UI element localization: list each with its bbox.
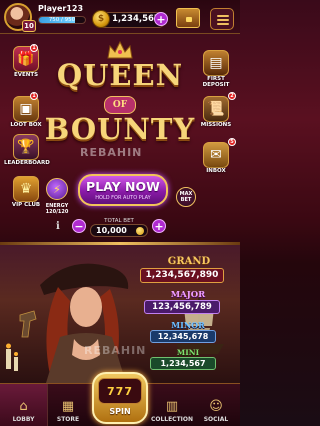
- coin-amount: 1,234,567: [112, 14, 160, 24]
- game-title-bounty: BOUNTY: [44, 112, 196, 146]
- nav-store-label: STORE: [56, 416, 80, 423]
- decrease-bet-button[interactable]: −: [72, 219, 86, 233]
- max-bet-line2: BET: [180, 197, 192, 203]
- auto-play-hint: HOLD FOR AUTO PLAY: [95, 195, 151, 201]
- missions-badge: 2: [228, 92, 236, 100]
- home-icon: ⌂: [19, 399, 28, 414]
- menu-button[interactable]: [210, 8, 234, 30]
- inbox-button[interactable]: ✉ INBOX: [194, 142, 238, 174]
- grand-jackpot-label: GRAND: [167, 256, 211, 267]
- crown-icon: [107, 40, 133, 59]
- major-jackpot-value: 123,456,789: [144, 300, 220, 314]
- energy-value: 120/120: [45, 209, 69, 215]
- nav-store[interactable]: ▦ STORE: [44, 384, 92, 426]
- social-icon: ☺: [209, 399, 223, 414]
- inbox-badge: 5: [228, 138, 236, 146]
- max-bet-button[interactable]: MAX BET: [176, 187, 196, 207]
- player-name: Player123: [38, 4, 84, 13]
- total-bet-value: 10,000: [96, 226, 127, 235]
- inbox-label: INBOX: [206, 168, 226, 174]
- first-deposit-button[interactable]: ▤ FIRST DEPOSIT: [194, 50, 238, 88]
- watermark: REBAHIN: [80, 146, 143, 159]
- major-jackpot-label: MAJOR: [170, 290, 206, 300]
- xp-text: 750 / 950: [48, 17, 76, 23]
- level-badge: 10: [22, 20, 36, 32]
- game-title-queen: QUEEN: [56, 58, 184, 92]
- mini-jackpot-label: MINI: [176, 348, 200, 357]
- leaderboard-label: LEADERBOARD: [4, 160, 50, 166]
- cards-icon: ▥: [165, 399, 179, 414]
- store-icon: ▦: [61, 399, 75, 414]
- energy-lightning-icon[interactable]: ⚡: [46, 178, 68, 200]
- scroll-icon: 📜: [203, 96, 229, 122]
- play-now-label: PLAY NOW: [86, 179, 160, 194]
- nav-collection-label: COLLECTION: [150, 416, 194, 423]
- nav-social-label: SOCIAL: [203, 416, 229, 423]
- nav-lobby-label: LOBBY: [12, 416, 35, 423]
- mini-jackpot-value: 1,234,567: [150, 357, 216, 370]
- nav-lobby[interactable]: ⌂ LOBBY: [0, 384, 48, 426]
- watermark: REBAHIN: [84, 344, 147, 357]
- crown-icon: ♛: [13, 176, 39, 202]
- grand-jackpot-value: 1,234,567,890: [140, 268, 224, 283]
- play-now-button[interactable]: PLAY NOW HOLD FOR AUTO PLAY: [78, 174, 168, 206]
- envelope-icon: ✉: [203, 142, 229, 168]
- nav-social[interactable]: ☺ SOCIAL: [192, 384, 240, 426]
- spin-label: SPIN: [109, 407, 131, 416]
- buy-coins-button[interactable]: +: [154, 12, 168, 26]
- info-icon[interactable]: i: [56, 221, 60, 232]
- hamburger-icon: [217, 15, 229, 17]
- loot-box-badge: 1: [30, 92, 38, 100]
- energy-label: ENERGY 120/120: [40, 203, 74, 215]
- minor-jackpot-value: 12,345,678: [150, 330, 216, 343]
- first-deposit-label: FIRST DEPOSIT: [202, 76, 230, 88]
- increase-bet-button[interactable]: +: [152, 219, 166, 233]
- minor-jackpot-label: MINOR: [171, 320, 205, 330]
- coin-icon: $: [92, 10, 110, 28]
- treasure-chest-icon[interactable]: [176, 8, 200, 28]
- events-badge: 1: [30, 44, 38, 52]
- nav-collection[interactable]: ▥ COLLECTION: [148, 384, 196, 426]
- slot-reels-icon: 777: [98, 378, 142, 404]
- coin-icon: [136, 227, 144, 235]
- treasure-chest-icon: ▤: [203, 50, 229, 76]
